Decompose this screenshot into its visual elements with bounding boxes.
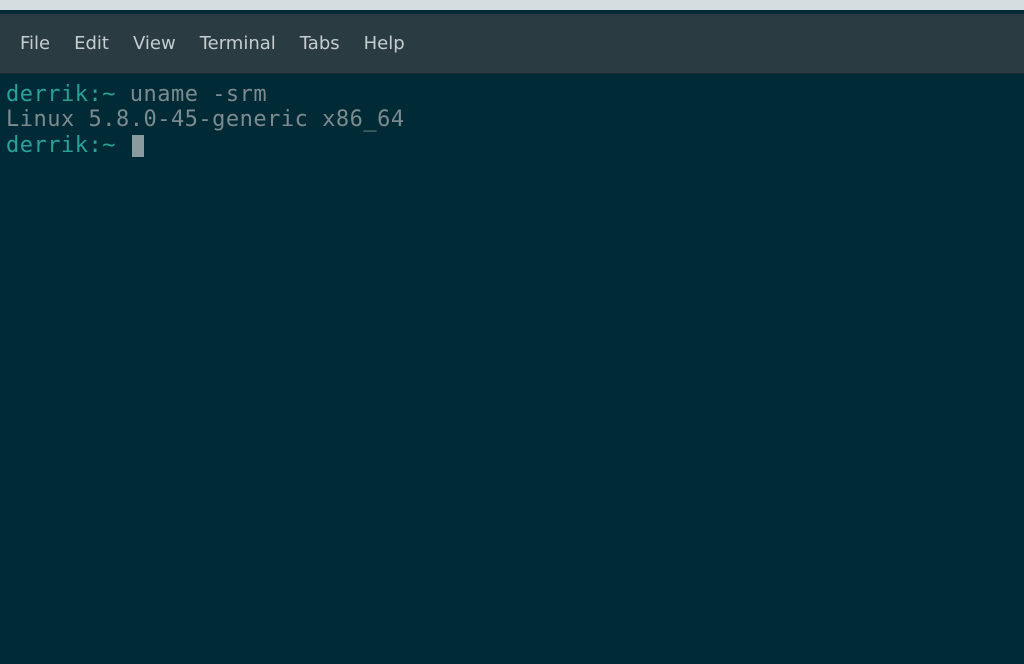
terminal-line: Linux 5.8.0-45-generic x86_64 [6,107,1018,132]
menu-terminal[interactable]: Terminal [188,27,288,60]
menu-view[interactable]: View [121,27,188,60]
window-titlebar [0,0,1024,10]
command-output: Linux 5.8.0-45-generic x86_64 [6,107,405,132]
menu-file[interactable]: File [8,27,62,60]
menubar: File Edit View Terminal Tabs Help [0,14,1024,74]
terminal-line: derrik:~ uname -srm [6,82,1018,107]
terminal-viewport[interactable]: derrik:~ uname -srm Linux 5.8.0-45-gener… [0,74,1024,166]
terminal-cursor [132,135,144,157]
shell-prompt: derrik:~ [6,82,130,107]
terminal-line: derrik:~ [6,133,1018,158]
command-text: uname -srm [130,82,267,107]
shell-prompt: derrik:~ [6,133,130,158]
menu-edit[interactable]: Edit [62,27,121,60]
menu-tabs[interactable]: Tabs [288,27,352,60]
menu-help[interactable]: Help [352,27,417,60]
